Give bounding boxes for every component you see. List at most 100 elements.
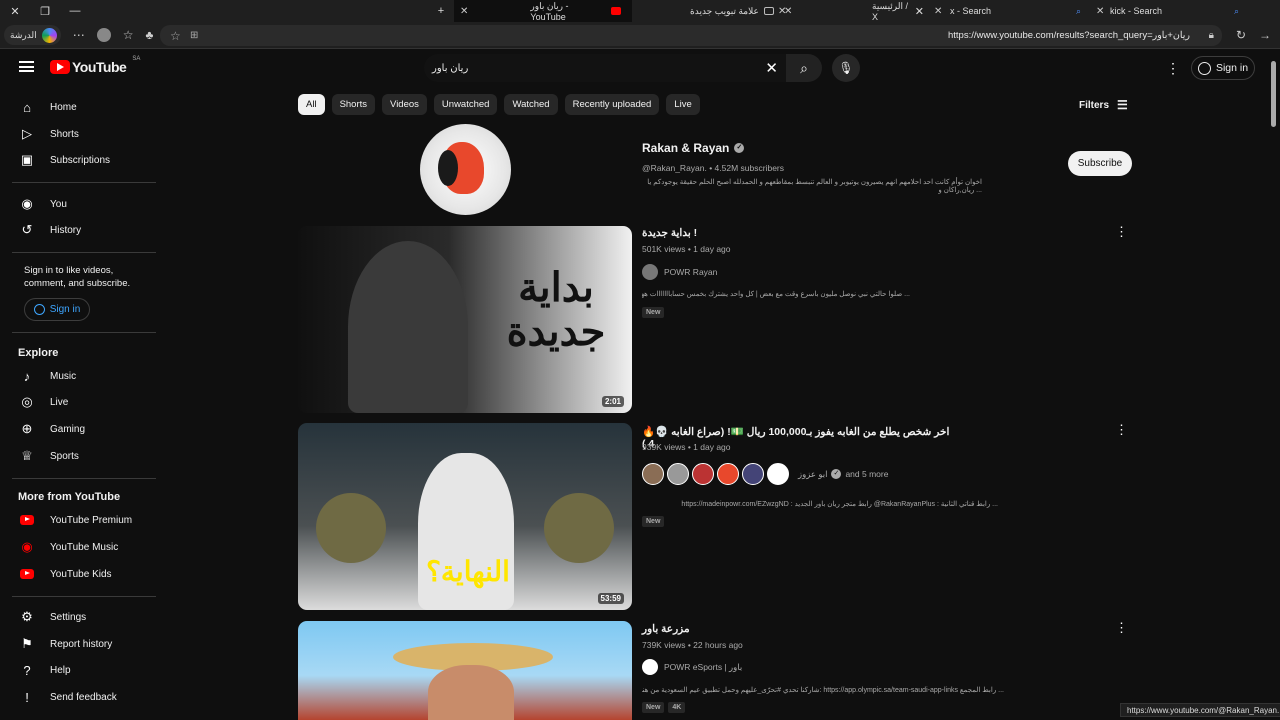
gaming-icon: ⊕: [21, 421, 33, 436]
chip-videos[interactable]: Videos: [382, 94, 427, 115]
sidebar-item-help[interactable]: ? Help: [0, 657, 160, 683]
tab-x-search[interactable]: ✕ x - Search ⌕: [930, 0, 1092, 22]
filters-button[interactable]: Filters ☰: [1079, 98, 1128, 112]
clear-search-icon[interactable]: ✕: [765, 59, 778, 77]
thumbnail-hat: [316, 493, 386, 563]
profile-button[interactable]: الدرشة: [4, 25, 61, 45]
country-code: SA: [132, 56, 141, 62]
address-bar[interactable]: ☆ ⊞ https://www.youtube.com/results?sear…: [160, 25, 1222, 46]
tab-close-icon[interactable]: ✕: [1096, 6, 1104, 17]
new-tab-icon[interactable]: +: [426, 5, 456, 17]
status-url: https://www.youtube.com/@Rakan_Rayan.: [1120, 703, 1280, 717]
video-title[interactable]: بداية جديدة !: [642, 227, 697, 239]
settings-menu-icon[interactable]: ⋮: [1166, 60, 1180, 77]
account-icon[interactable]: [96, 28, 111, 42]
more-icon[interactable]: ⋯: [73, 28, 85, 42]
music-icon: ♪: [23, 368, 31, 384]
video-thumbnail[interactable]: النهاية؟ 53:59: [298, 423, 632, 610]
trophy-icon: ♕: [21, 448, 33, 463]
subscribe-button[interactable]: Subscribe: [1068, 151, 1132, 176]
chip-all[interactable]: All: [298, 94, 325, 115]
sidebar-item-music[interactable]: ♪ Music: [0, 363, 160, 389]
scrollbar-thumb[interactable]: [1271, 61, 1276, 127]
chip-shorts[interactable]: Shorts: [331, 94, 376, 115]
page-scrollbar[interactable]: [1268, 49, 1280, 720]
feedback-icon: !: [25, 689, 29, 705]
video-description: ... رابط قناتي الثانية : RakanRayanPlus@…: [681, 501, 998, 508]
sidebar-item-gaming[interactable]: ⊕ Gaming: [0, 416, 160, 442]
channel-name[interactable]: Rakan & Rayan ✓: [642, 141, 745, 155]
tab-close-icon[interactable]: ✕: [784, 6, 792, 17]
sidebar-divider: [12, 478, 156, 479]
sidebar-item-report-history[interactable]: ⚑ Report history: [0, 631, 160, 657]
sidebar-item-live[interactable]: ◎ Live: [0, 389, 160, 415]
youtube-logo[interactable]: YouTube SA: [50, 56, 141, 75]
chip-live[interactable]: Live: [666, 94, 700, 115]
tab-title: علامة تبويب جديدة: [690, 5, 759, 16]
chip-watched[interactable]: Watched: [504, 94, 558, 115]
search-button[interactable]: ⌕: [786, 54, 822, 82]
video-meta: 739K views • 22 hours ago: [642, 640, 743, 650]
video-thumbnail[interactable]: [298, 621, 632, 720]
window-close-icon[interactable]: ✕: [0, 5, 30, 18]
tab-close-icon[interactable]: ✕: [934, 6, 942, 17]
sidebar-item-history[interactable]: ↺ History: [0, 217, 160, 243]
header-sign-in-button[interactable]: Sign in: [1191, 56, 1255, 80]
search-value: ريان باور: [432, 62, 469, 74]
search-input[interactable]: ريان باور ✕: [424, 54, 786, 82]
sidebar-item-youtube-premium[interactable]: YouTube Premium: [0, 507, 160, 533]
video-thumbnail[interactable]: بداية جديدة 2:01: [298, 226, 632, 413]
extensions-icon[interactable]: ♣: [145, 28, 153, 42]
video-menu-icon[interactable]: ⋮: [1115, 422, 1128, 438]
sidebar-item-settings[interactable]: ⚙ Settings: [0, 604, 160, 630]
collab-avatars: [642, 463, 792, 485]
sign-in-label: Sign in: [49, 304, 81, 315]
tab-kick-search[interactable]: ✕ kick - Search ⌕: [1092, 0, 1252, 22]
youtube-premium-icon: [20, 513, 34, 528]
video-title[interactable]: مزرعة باور: [642, 623, 690, 635]
window-restore-icon[interactable]: ❐: [30, 5, 60, 18]
new-tab-favicon-icon: [763, 7, 774, 15]
sidebar-item-sports[interactable]: ♕ Sports: [0, 443, 160, 469]
tab-actions-icon[interactable]: ⊞: [190, 30, 198, 41]
sidebar-item-home[interactable]: ⌂ Home: [0, 94, 160, 120]
chip-recently-uploaded[interactable]: Recently uploaded: [564, 94, 660, 115]
sidebar-item-subscriptions[interactable]: ▣ Subscriptions: [0, 147, 160, 173]
tab-new-tab[interactable]: ✕ علامة تبويب جديدة: [632, 0, 802, 22]
tab-title: kick - Search: [1110, 6, 1163, 16]
sidebar-divider: [12, 596, 156, 597]
menu-icon[interactable]: [19, 61, 34, 72]
voice-search-button[interactable]: 🎙︎: [832, 54, 860, 82]
sidebar-sign-in-button[interactable]: Sign in: [24, 298, 90, 321]
sidebar-item-you[interactable]: ◉ You: [0, 191, 160, 217]
channel-avatar[interactable]: [420, 124, 511, 215]
add-favorite-icon[interactable]: ☆: [170, 29, 181, 43]
video-channels[interactable]: ابو عزوز ✓ and 5 more: [642, 463, 888, 485]
thumbnail-hat: [544, 493, 614, 563]
tab-youtube[interactable]: ✕ ريان باور - YouTube: [454, 0, 632, 22]
video-menu-icon[interactable]: ⋮: [1115, 620, 1128, 636]
sidebar-item-shorts[interactable]: ▷ Shorts: [0, 121, 160, 147]
sign-in-label: Sign in: [1215, 62, 1249, 74]
video-channel[interactable]: POWR eSports | باور: [642, 659, 742, 675]
tab-close-icon[interactable]: ✕: [460, 6, 468, 17]
refresh-icon[interactable]: ↻: [1236, 28, 1246, 42]
sign-in-prompt: Sign in to like videos, comment, and sub…: [24, 265, 131, 289]
favorites-icon[interactable]: ☆: [123, 28, 134, 42]
more-channels-text: and 5 more: [845, 469, 889, 479]
window-minimize-icon[interactable]: —: [60, 5, 90, 17]
tab-x-home[interactable]: ✕ الرئيسية / X ✕: [780, 0, 930, 22]
video-badges: New: [642, 516, 665, 527]
chip-unwatched[interactable]: Unwatched: [433, 94, 498, 115]
video-description: ... صلوا حالتي نبي نوصل مليون باسرع وقت …: [642, 291, 910, 298]
video-channel[interactable]: POWR Rayan: [642, 264, 717, 280]
sidebar-item-send-feedback[interactable]: ! Send feedback: [0, 684, 160, 710]
new-badge: New: [642, 516, 665, 527]
sidebar-item-youtube-music[interactable]: ◉ YouTube Music: [0, 534, 160, 560]
forward-icon[interactable]: →: [1259, 28, 1271, 42]
video-menu-icon[interactable]: ⋮: [1115, 224, 1128, 240]
gear-icon: ⚙: [21, 609, 33, 624]
thumbnail-text: بداية جديدة: [506, 266, 606, 354]
browser-tab-bar: ✕ ❐ — + ✕ ريان باور - YouTube ✕ علامة تب…: [0, 0, 1280, 22]
sidebar-item-youtube-kids[interactable]: YouTube Kids: [0, 561, 160, 587]
